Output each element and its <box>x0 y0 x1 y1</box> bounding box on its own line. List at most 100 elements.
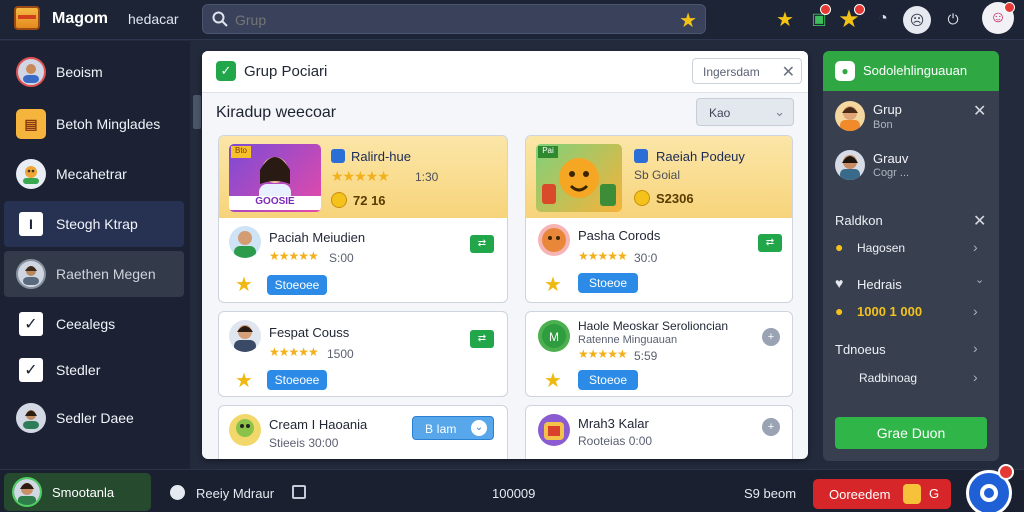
row-title: Paciah Meiudien <box>269 230 366 245</box>
folder-icon: ▤ <box>16 109 46 139</box>
rating-value: 1:30 <box>415 170 439 184</box>
row-subtitle: Ratenne Minguauan <box>578 334 678 346</box>
coin-icon <box>331 192 347 208</box>
sidebar-item-stedler[interactable]: ✓ Stedler <box>4 347 184 393</box>
notification-badge <box>998 464 1014 480</box>
user-name: Smootanla <box>52 485 115 500</box>
search-bar[interactable]: ★ <box>202 4 706 34</box>
star-icon: ★ <box>235 274 253 296</box>
scrollbar[interactable] <box>193 95 201 129</box>
add-icon[interactable]: ⇄ <box>758 234 782 252</box>
sidebar-item-sedler-daee[interactable]: Sedler Daee <box>4 395 184 441</box>
chevron-right-icon[interactable]: › <box>973 340 978 356</box>
sidebar-item-label: Ceealegs <box>56 316 116 332</box>
sidebar: Beoism ▤ Betoh Minglades Mecahetrar I St… <box>0 41 190 469</box>
heart-icon: ♥ <box>835 275 844 291</box>
app-name: Magom <box>52 10 108 27</box>
image-icon[interactable] <box>292 485 306 499</box>
play-button[interactable]: B Iam ⌄ <box>412 416 494 440</box>
sidebar-item-steogh-ktrap[interactable]: I Steogh Ktrap <box>4 201 184 247</box>
game-thumbnail: Pai <box>536 144 622 212</box>
chevron-right-icon[interactable]: › <box>973 369 978 385</box>
panel-title: Grup Pociari <box>244 63 328 80</box>
play-button[interactable]: Stoeoee <box>267 370 327 390</box>
avatar <box>16 159 46 189</box>
chevron-down-icon: ⌄ <box>774 104 785 119</box>
right-panel-header: ● Sodolehlinguauan <box>823 51 999 91</box>
info-icon[interactable]: + <box>762 418 780 436</box>
profile-face-icon[interactable]: ☹ <box>903 6 931 34</box>
filter-dropdown[interactable]: Kao ⌄ <box>696 98 794 126</box>
sidebar-item-mecahetrar[interactable]: Mecahetrar <box>4 151 184 197</box>
app-subtitle[interactable]: hedacar <box>128 11 179 27</box>
history-icon[interactable]: ◔ <box>870 6 896 32</box>
avatar <box>229 226 261 258</box>
star-icon: ★ <box>235 370 253 392</box>
favorite-star-icon[interactable]: ★ <box>679 8 697 33</box>
current-user[interactable]: Smootanla <box>4 473 151 511</box>
filter-label: Kao <box>709 106 731 120</box>
avatar <box>538 414 570 446</box>
sidebar-item-raethen-megen[interactable]: Raethen Megen <box>4 251 184 297</box>
add-icon[interactable]: ⇄ <box>470 235 494 253</box>
chevron-right-icon[interactable]: › <box>973 239 978 255</box>
search-input[interactable] <box>235 10 655 30</box>
chevron-down-icon: ⌄ <box>471 420 487 436</box>
thumbnail-caption: GOOSIE <box>229 196 321 210</box>
game-card[interactable]: Cream I Haoania Stieeis 30:00 B Iam ⌄ <box>218 405 508 459</box>
close-icon[interactable]: ✕ <box>973 211 986 231</box>
search-icon <box>212 11 228 27</box>
game-thumbnail: GOOSIE Bto <box>229 144 321 212</box>
sidebar-item-ceealegs[interactable]: ✓ Ceealegs <box>4 301 184 347</box>
section-title: Tdnoeus <box>835 342 886 357</box>
sidebar-item-beoism[interactable]: Beoism <box>4 49 184 95</box>
panel-header: ✓ Grup Pociari Ingersdam ✕ <box>202 51 808 93</box>
add-icon[interactable]: ⇄ <box>470 330 494 348</box>
star-icon[interactable]: ★ <box>772 6 798 32</box>
game-card[interactable]: Fespat Couss ★★★★★ 1500 ⇄ ★ Stoeoee <box>218 311 508 397</box>
star-icon: ★ <box>544 274 562 296</box>
person-status: Bon <box>873 119 893 131</box>
bottom-bar: Smootanla Reeiy Mdraur 100009 S9 beom Oo… <box>0 469 1024 512</box>
user-avatar[interactable]: ☺ <box>982 2 1015 34</box>
sidebar-item-label: Sedler Daee <box>56 410 134 426</box>
chevron-down-icon[interactable]: ⌄ <box>975 273 984 286</box>
alert-badge: G <box>929 486 940 501</box>
rating-stars: ★★★★★ <box>331 168 390 184</box>
rating-value: Rooteias 0:00 <box>578 434 653 448</box>
gift-icon[interactable]: ▣ <box>806 4 832 32</box>
panel-search[interactable]: Ingersdam ✕ <box>692 58 802 84</box>
sidebar-item-label: Stedler <box>56 362 101 378</box>
person-name: Grauv <box>873 151 909 166</box>
section-item[interactable]: Hagosen <box>857 241 905 255</box>
achievement-star-icon[interactable]: ★ <box>836 4 865 33</box>
alert-button[interactable]: Ooreedem G <box>813 479 951 509</box>
play-button[interactable]: Stoeoe <box>578 370 638 390</box>
power-icon[interactable]: ⏻ <box>940 6 966 32</box>
featured-card[interactable]: GOOSIE Bto Ralird-hue ★★★★★ 1:30 72 16 P… <box>218 135 508 303</box>
info-icon[interactable]: + <box>762 328 780 346</box>
featured-price: S2306 <box>656 191 694 206</box>
featured-subtitle: Sb Goial <box>634 168 681 182</box>
play-button[interactable]: Stoeoe <box>578 273 638 293</box>
featured-card[interactable]: Pai Raeiah Podeuy Sb Goial S2306 Pasha C… <box>525 135 793 303</box>
rating-stars: ★★★★★ <box>269 345 319 359</box>
rating-value: Stieeis 30:00 <box>269 436 339 450</box>
game-card[interactable]: M Haole Meoskar Serolioncian Ratenne Min… <box>525 311 793 397</box>
chevron-right-icon[interactable]: › <box>973 303 978 319</box>
primary-action-button[interactable]: Grae Duon <box>835 417 987 449</box>
notification-badge <box>854 4 865 15</box>
close-icon[interactable]: ✕ <box>782 62 795 82</box>
document-icon: I <box>19 212 43 236</box>
sidebar-item-betoh-minglades[interactable]: ▤ Betoh Minglades <box>4 101 184 147</box>
close-icon[interactable]: ✕ <box>973 101 986 121</box>
section-item[interactable]: Radbinoag <box>859 371 917 385</box>
featured-price: 72 16 <box>353 193 386 208</box>
section-item[interactable]: 1000 1 000 <box>857 304 922 319</box>
rating-value: 5:59 <box>634 349 658 363</box>
play-button[interactable]: Stoeoee <box>267 275 327 295</box>
game-card[interactable]: Mrah3 Kalar Rooteias 0:00 + <box>525 405 793 459</box>
avatar <box>835 101 865 131</box>
panel-subtitle: Kiradup weecoar <box>216 104 337 121</box>
svg-text:M: M <box>549 330 559 344</box>
